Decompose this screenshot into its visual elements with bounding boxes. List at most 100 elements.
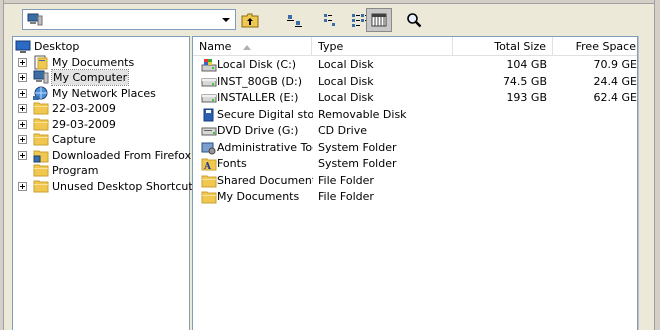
file-list: Local Disk (C:) Local Disk 104 GB 70.9 GE IN…	[193, 57, 637, 206]
expand-plus-icon[interactable]	[18, 119, 27, 129]
list-item[interactable]: INSTALLER (E:) Local Disk 193 GB 62.4 GE	[193, 90, 637, 107]
up-folder-icon	[241, 13, 259, 28]
tree-item-label: Downloaded From Firefox	[52, 148, 192, 162]
item-name: Local Disk (C:)	[217, 58, 297, 71]
item-name: INST_80GB (D:)	[217, 74, 302, 88]
details-icon	[371, 13, 387, 27]
hard-drive-icon	[201, 75, 217, 89]
column-header-total-size[interactable]: Total Size	[453, 37, 553, 56]
folder-tree-pane[interactable]: Desktop My Documents My Computer My Network…	[12, 36, 198, 330]
expand-plus-icon[interactable]	[18, 150, 27, 160]
admin-tools-icon	[201, 141, 217, 155]
item-name: Fonts	[217, 157, 247, 170]
item-name: Administrative Tools	[217, 140, 313, 154]
network-icon	[33, 86, 49, 101]
address-combobox[interactable]	[22, 9, 236, 30]
tree-item-label: My Network Places	[52, 86, 156, 100]
folder-icon	[201, 190, 217, 204]
tree-item-label: 22-03-2009	[52, 102, 116, 115]
tree-item[interactable]: Program	[13, 163, 189, 179]
item-free-space: 62.4 GE	[593, 91, 637, 104]
item-type: File Folder	[318, 190, 374, 203]
svg-text:A: A	[203, 162, 212, 171]
chevron-down-icon[interactable]	[217, 11, 234, 28]
tree-item-label: 29-03-2009	[52, 117, 116, 131]
tree-item[interactable]: 29-03-2009	[13, 117, 189, 133]
folder-tree: Desktop My Documents My Computer My Network…	[13, 39, 198, 195]
folder-icon	[33, 101, 49, 116]
my-computer-icon	[33, 70, 49, 85]
vertical-scrollbar[interactable]	[638, 36, 654, 330]
tree-item[interactable]: My Documents	[13, 55, 189, 71]
toolbar	[8, 6, 653, 34]
explorer-window: Desktop My Documents My Computer My Network…	[0, 0, 660, 330]
item-total-size: 193 GB	[506, 91, 547, 104]
tree-item-label: Desktop	[34, 40, 80, 53]
list-header: Name Type Total Size Free Space	[193, 37, 637, 56]
tree-item-label: Program	[52, 164, 99, 177]
tree-item[interactable]: 22-03-2009	[13, 101, 189, 117]
list-item[interactable]: DVD Drive (G:) CD Drive	[193, 123, 637, 140]
tree-item[interactable]: My Network Places	[13, 86, 189, 102]
local-disk-c-icon	[201, 58, 217, 72]
item-type: Local Disk	[318, 74, 374, 88]
item-type: Local Disk	[318, 58, 374, 71]
item-name: INSTALLER (E:)	[217, 91, 299, 104]
tree-item-label: My Documents	[52, 55, 135, 69]
file-list-pane[interactable]: Name Type Total Size Free Space Local Di…	[192, 36, 638, 330]
my-documents-icon	[33, 55, 49, 70]
dvd-drive-icon	[201, 124, 217, 138]
sort-ascending-icon	[242, 44, 251, 50]
tree-item[interactable]: Capture	[13, 132, 189, 148]
column-header-name-label: Name	[199, 40, 232, 53]
tree-item[interactable]: My Computer	[13, 69, 189, 86]
list-item[interactable]: INST_80GB (D:) Local Disk 74.5 GB 24.4 GE	[193, 74, 637, 91]
hard-drive-icon	[201, 91, 217, 105]
expand-plus-icon[interactable]	[18, 104, 27, 113]
tree-item[interactable]: Unused Desktop Shortcuts	[13, 179, 198, 195]
folder-icon	[201, 174, 217, 188]
item-total-size: 74.5 GB	[502, 74, 547, 88]
view-details-button[interactable]	[366, 8, 392, 32]
item-type: System Folder	[318, 140, 397, 154]
tree-item-label: Unused Desktop Shortcuts	[52, 179, 199, 193]
folder-icon	[33, 132, 49, 147]
list-item[interactable]: Administrative Tools System Folder	[193, 140, 637, 157]
item-type: Removable Disk	[318, 107, 407, 121]
desktop-icon	[15, 39, 31, 54]
view-small-icons-button[interactable]	[317, 8, 343, 32]
view-large-icons-button[interactable]	[281, 8, 307, 32]
expand-plus-icon[interactable]	[18, 88, 27, 98]
computer-icon	[27, 13, 43, 26]
large-icons-icon	[287, 15, 302, 27]
item-name: My Documents	[217, 190, 300, 203]
list-item[interactable]: A Fonts System Folder	[193, 156, 637, 173]
column-header-name[interactable]: Name	[193, 37, 312, 56]
item-name: Secure Digital sto...	[217, 107, 313, 121]
window-left-edge	[0, 0, 4, 330]
column-header-total-size-label: Total Size	[494, 40, 546, 53]
list-item[interactable]: Shared Documents File Folder	[193, 173, 637, 190]
item-free-space: 24.4 GE	[593, 74, 637, 88]
folder-icon	[33, 117, 49, 132]
folder-icon	[33, 179, 49, 194]
tree-item-label: My Computer	[50, 69, 130, 86]
item-type: Local Disk	[318, 91, 374, 104]
column-header-free-space[interactable]: Free Space	[553, 37, 637, 56]
list-item[interactable]: Secure Digital sto... Removable Disk	[193, 107, 637, 124]
folder-special-icon	[33, 148, 49, 163]
list-item[interactable]: My Documents File Folder	[193, 189, 637, 206]
tree-item[interactable]: Downloaded From Firefox	[13, 148, 192, 164]
item-type: System Folder	[318, 157, 397, 170]
list-item[interactable]: Local Disk (C:) Local Disk 104 GB 70.9 GE	[193, 57, 637, 74]
expand-plus-icon[interactable]	[18, 57, 27, 67]
removable-disk-icon	[201, 108, 217, 122]
expand-plus-icon[interactable]	[18, 181, 27, 191]
search-button[interactable]	[401, 8, 427, 32]
expand-plus-icon[interactable]	[18, 135, 27, 144]
tree-item[interactable]: Desktop	[13, 39, 189, 55]
search-icon	[407, 13, 422, 28]
expand-plus-icon[interactable]	[18, 73, 27, 82]
up-folder-button[interactable]	[237, 8, 263, 32]
column-header-type[interactable]: Type	[312, 37, 453, 56]
